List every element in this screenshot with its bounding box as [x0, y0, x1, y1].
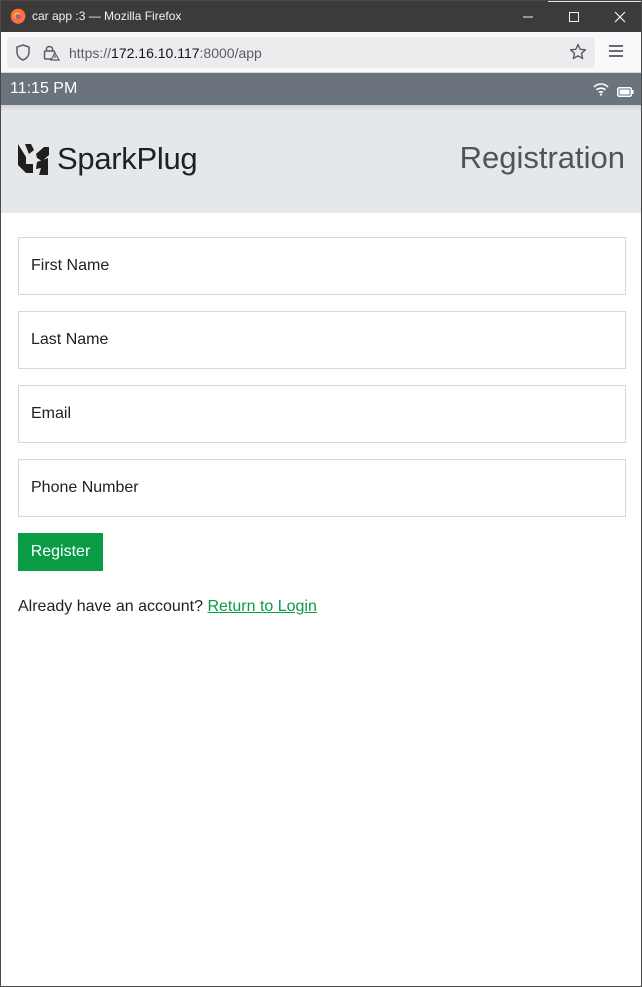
- register-button[interactable]: Register: [18, 533, 103, 571]
- login-prompt-text: Already have an account?: [18, 598, 204, 615]
- battery-icon: [617, 84, 634, 102]
- login-prompt: Already have an account? Return to Login: [18, 598, 317, 616]
- maximize-icon: [569, 12, 579, 22]
- minimize-icon: [523, 16, 533, 18]
- insecure-lock-icon[interactable]: [42, 43, 61, 66]
- url-suffix: :8000/app: [199, 45, 262, 61]
- maximize-button[interactable]: [551, 1, 597, 32]
- first-name-input[interactable]: [19, 238, 625, 294]
- page-title: Registration: [459, 140, 625, 175]
- sparkplug-logo-icon: [17, 143, 50, 181]
- tracking-shield-icon[interactable]: [15, 44, 31, 66]
- status-time: 11:15 PM: [10, 80, 78, 97]
- email-input[interactable]: [19, 386, 625, 442]
- wifi-icon: [593, 82, 609, 101]
- email-field[interactable]: [18, 385, 626, 443]
- url-text[interactable]: https://172.16.10.117:8000/app: [69, 45, 262, 61]
- browser-window: car app :3 — Mozilla Firefox https://172…: [0, 0, 642, 987]
- url-host: 172.16.10.117: [111, 45, 200, 61]
- last-name-field[interactable]: [18, 311, 626, 369]
- firefox-icon: [9, 7, 27, 25]
- minimize-button[interactable]: [505, 1, 551, 32]
- return-to-login-link[interactable]: Return to Login: [207, 598, 316, 615]
- status-bar: 11:15 PM: [1, 73, 641, 105]
- first-name-field[interactable]: [18, 237, 626, 295]
- hamburger-menu-icon[interactable]: [607, 43, 625, 64]
- url-bar[interactable]: https://172.16.10.117:8000/app: [7, 37, 595, 68]
- app-header: SparkPlug Registration: [1, 105, 641, 213]
- last-name-input[interactable]: [19, 312, 625, 368]
- close-icon: [614, 11, 626, 23]
- browser-navbar: https://172.16.10.117:8000/app: [1, 32, 641, 73]
- phone-number-input[interactable]: [19, 460, 625, 516]
- window-title: car app :3 — Mozilla Firefox: [32, 9, 182, 23]
- window-titlebar[interactable]: car app :3 — Mozilla Firefox: [1, 1, 641, 32]
- brand-name: SparkPlug: [57, 141, 198, 176]
- registration-form: [18, 237, 626, 533]
- phone-number-field[interactable]: [18, 459, 626, 517]
- close-button[interactable]: [597, 1, 642, 32]
- bookmark-star-icon[interactable]: [569, 43, 587, 66]
- url-prefix: https://: [69, 45, 112, 61]
